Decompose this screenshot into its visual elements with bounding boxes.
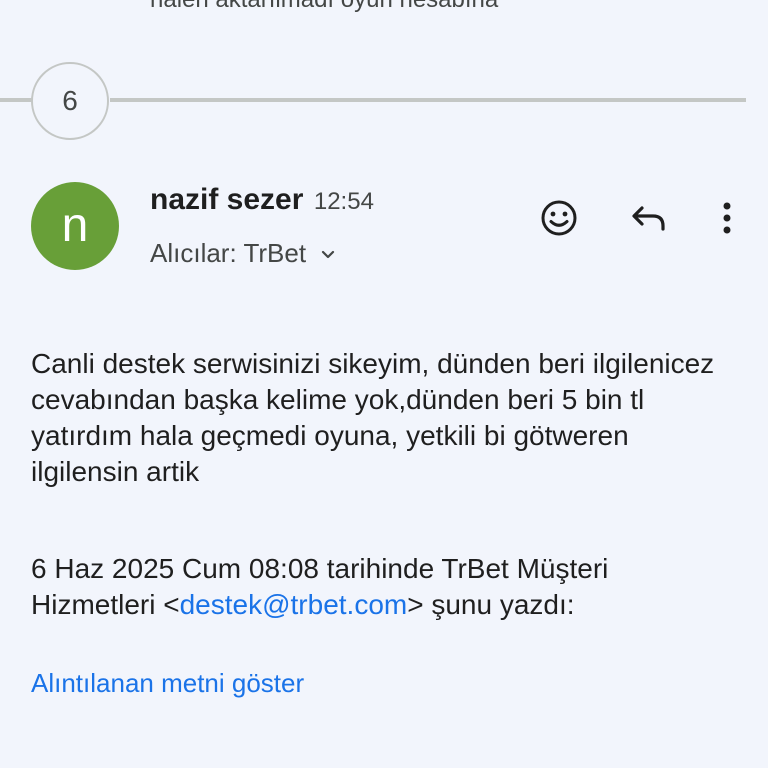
add-reaction-button[interactable] (533, 194, 585, 246)
sender-name[interactable]: nazif sezer (150, 183, 303, 216)
send-time: 12:54 (313, 188, 374, 215)
recipients-toggle[interactable]: Alıcılar: TrBet (150, 238, 338, 269)
emoji-smile-icon (539, 198, 579, 243)
previous-message-snippet[interactable]: halen aktarılmadı oyun hesabına (150, 0, 498, 14)
collapsed-messages-divider[interactable]: 6 (0, 60, 768, 146)
divider-line-left (0, 98, 32, 102)
quote-email-link[interactable]: destek@trbet.com (180, 589, 408, 620)
divider-line-right (110, 98, 746, 102)
reply-arrow-icon (629, 202, 669, 239)
quote-header: 6 Haz 2025 Cum 08:08 tarihinde TrBet Müş… (31, 551, 731, 623)
more-options-button[interactable] (710, 198, 744, 242)
message-body: Canli destek serwisinizi sikeyim, dünden… (31, 348, 715, 487)
collapsed-count-badge[interactable]: 6 (31, 62, 109, 140)
sender-line: nazif sezer 12:54 (150, 183, 374, 217)
avatar[interactable]: n (31, 182, 119, 270)
quote-header-suffix: > şunu yazdı: (407, 589, 575, 620)
show-quoted-text-link[interactable]: Alıntılanan metni göster (31, 668, 304, 699)
reply-button[interactable] (624, 198, 674, 242)
recipients-label: Alıcılar: TrBet (150, 238, 307, 268)
chevron-down-icon (318, 244, 338, 264)
more-vert-icon (722, 200, 732, 241)
